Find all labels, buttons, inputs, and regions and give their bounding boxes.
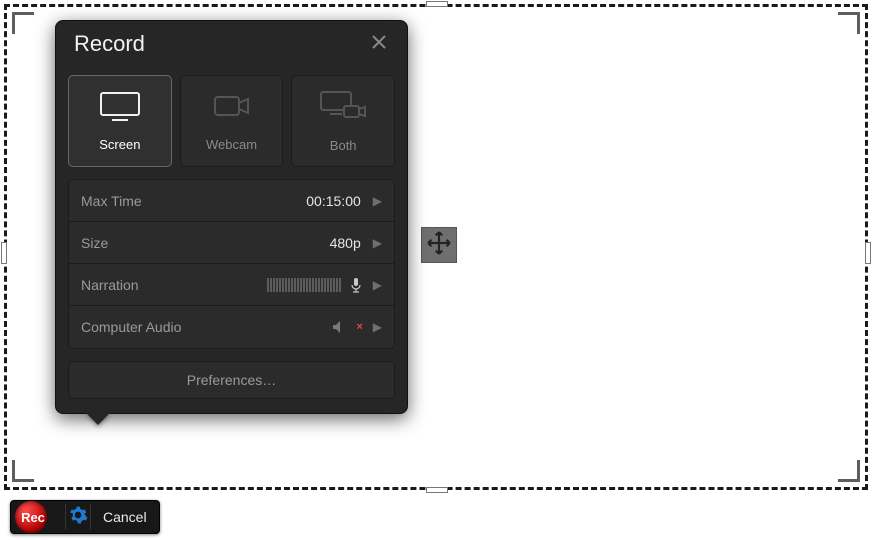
move-icon — [426, 230, 452, 261]
capture-corner-br[interactable] — [838, 460, 860, 482]
chevron-right-icon: ▶ — [373, 194, 382, 208]
recorder-toolbar: Rec Cancel — [10, 500, 160, 534]
capture-corner-tl[interactable] — [12, 12, 34, 34]
capture-corner-tr[interactable] — [838, 12, 860, 34]
capture-handle-right[interactable] — [865, 242, 871, 264]
cancel-button[interactable]: Cancel — [97, 509, 153, 525]
close-button[interactable] — [367, 32, 391, 56]
computer-audio-label: Computer Audio — [81, 319, 332, 335]
size-value: 480p — [330, 235, 361, 251]
row-max-time[interactable]: Max Time 00:15:00 ▶ — [69, 180, 394, 222]
capture-handle-top[interactable] — [426, 1, 448, 7]
screen-webcam-icon — [318, 89, 368, 128]
mode-both-label: Both — [330, 138, 357, 153]
preferences-label: Preferences… — [187, 372, 276, 388]
cancel-button-label: Cancel — [103, 509, 147, 525]
chevron-right-icon: ▶ — [373, 236, 382, 250]
close-icon — [371, 34, 387, 55]
mode-screen-label: Screen — [99, 137, 140, 152]
panel-tail — [86, 413, 110, 425]
chevron-right-icon: ▶ — [373, 278, 382, 292]
record-button[interactable]: Rec — [13, 503, 59, 531]
row-computer-audio[interactable]: Computer Audio × ▶ — [69, 306, 394, 348]
mode-tile-both[interactable]: Both — [291, 75, 395, 167]
webcam-icon — [210, 90, 254, 127]
capture-corner-bl[interactable] — [12, 460, 34, 482]
speaker-muted-icon — [332, 320, 350, 334]
max-time-label: Max Time — [81, 193, 306, 209]
settings-button[interactable] — [65, 504, 91, 530]
max-time-value: 00:15:00 — [306, 193, 361, 209]
capture-handle-bottom[interactable] — [426, 487, 448, 493]
panel-title: Record — [74, 31, 145, 57]
preferences-button[interactable]: Preferences… — [68, 361, 395, 399]
row-narration[interactable]: Narration ▶ — [69, 264, 394, 306]
size-label: Size — [81, 235, 330, 251]
mode-tile-screen[interactable]: Screen — [68, 75, 172, 167]
audio-level-meter — [267, 278, 341, 292]
narration-label: Narration — [81, 277, 267, 293]
screen-icon — [98, 90, 142, 127]
chevron-right-icon: ▶ — [373, 320, 382, 334]
mode-webcam-label: Webcam — [206, 137, 257, 152]
mode-tile-webcam[interactable]: Webcam — [180, 75, 284, 167]
mute-indicator: × — [356, 321, 362, 333]
capture-handle-left[interactable] — [1, 242, 7, 264]
microphone-icon — [349, 277, 363, 293]
gear-icon — [68, 505, 88, 530]
move-capture-button[interactable] — [421, 227, 457, 263]
record-button-label: Rec — [21, 510, 45, 525]
row-size[interactable]: Size 480p ▶ — [69, 222, 394, 264]
record-panel: Record Screen — [55, 20, 408, 414]
